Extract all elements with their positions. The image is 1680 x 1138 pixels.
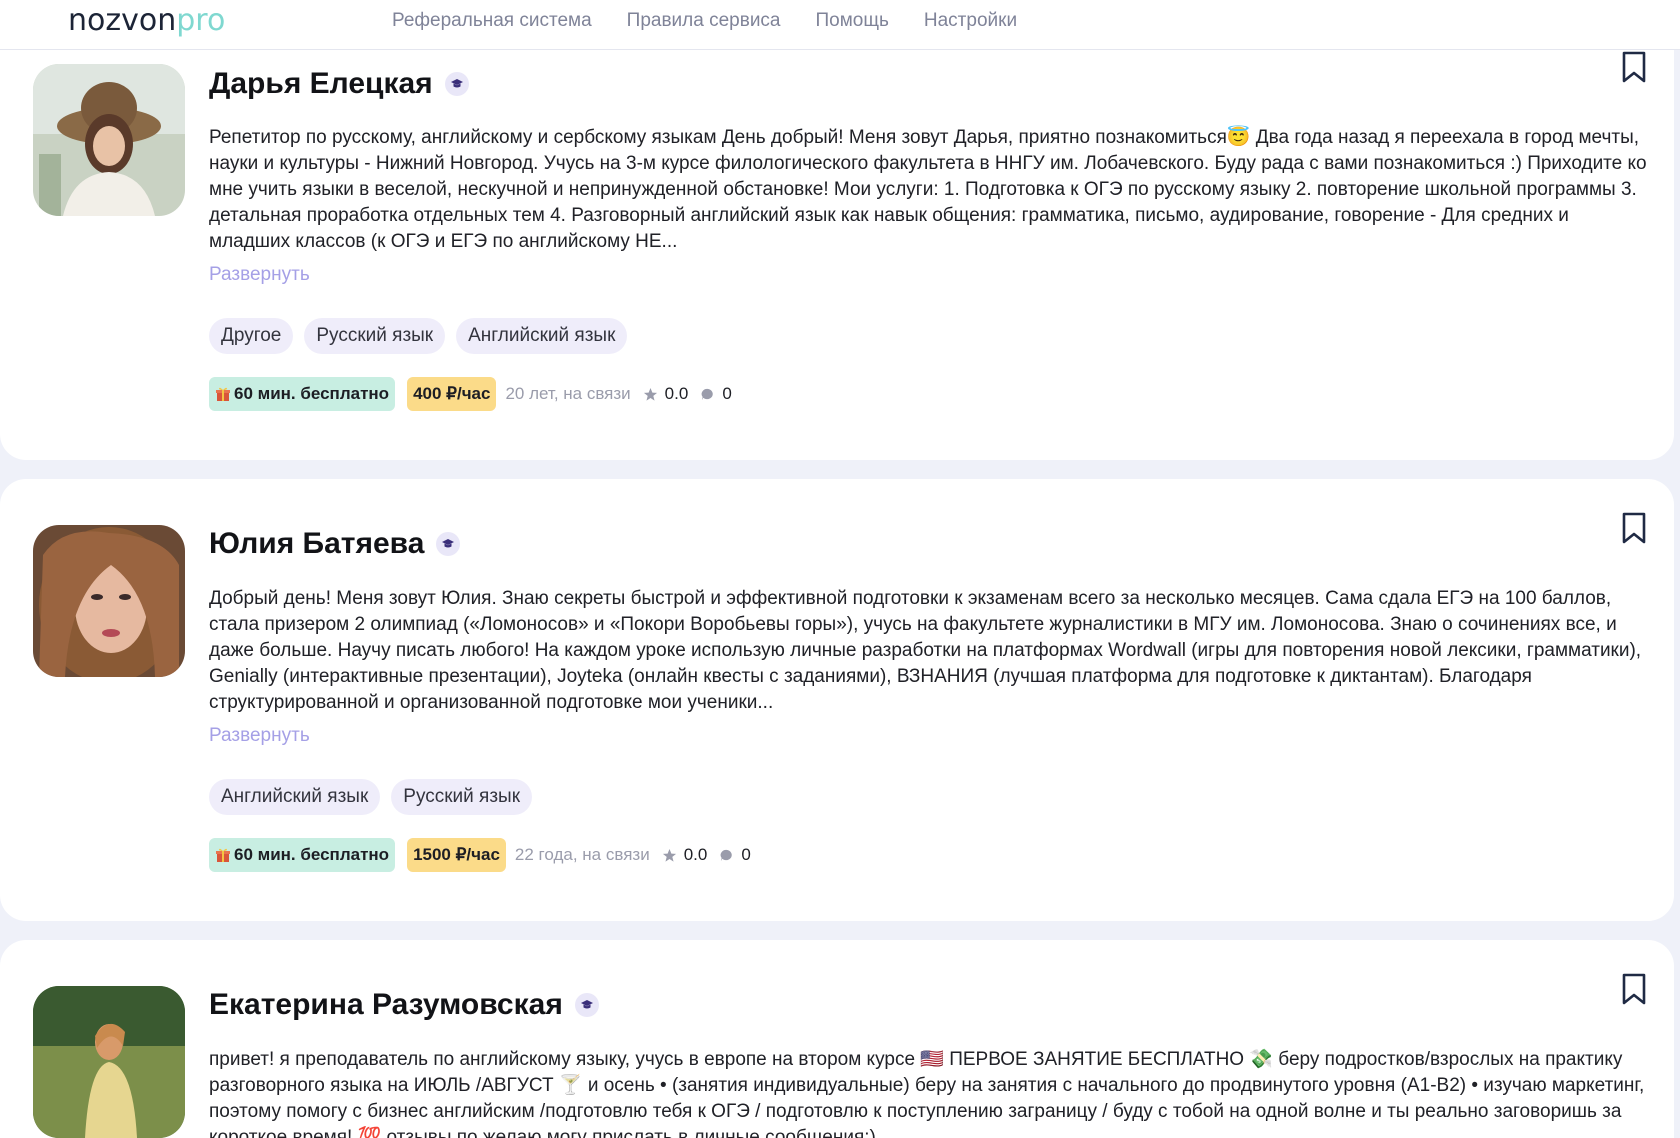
tutor-card[interactable]: Екатерина Разумовская привет! я преподав… <box>0 940 1674 1138</box>
tutor-name[interactable]: Юлия Батяева <box>209 526 461 562</box>
rating-value: 0.0 <box>664 384 689 403</box>
top-header: nozvonpro Реферальная система Правила се… <box>0 0 1680 50</box>
price-badge: 1500 ₽/час <box>407 838 506 872</box>
tutor-name[interactable]: Дарья Елецкая <box>209 66 469 102</box>
subject-tag[interactable]: Английский язык <box>456 318 628 354</box>
reviews-count: 0 <box>741 845 751 864</box>
rating: 0.0 <box>662 845 708 865</box>
tutor-card[interactable]: Дарья Елецкая Репетитор по русскому, анг… <box>0 0 1674 460</box>
tutor-meta: 60 мин. бесплатно 400 ₽/час 20 лет, на с… <box>209 377 732 411</box>
graduation-cap-icon <box>444 72 469 96</box>
star-icon <box>643 387 657 401</box>
age-status: 20 лет, на связи <box>505 384 631 403</box>
tutor-description: Репетитор по русскому, английскому и сер… <box>209 127 1647 252</box>
tutor-card[interactable]: Юлия Батяева Добрый день! Меня зовут Юли… <box>0 479 1674 921</box>
nav-referral[interactable]: Реферальная система <box>392 10 592 32</box>
free-trial-text: 60 мин. бесплатно <box>234 845 390 864</box>
comment-icon <box>701 388 714 400</box>
rating-value: 0.0 <box>683 845 708 864</box>
logo-text-main: nozvon <box>68 3 177 38</box>
gift-icon <box>216 387 230 401</box>
subject-tag[interactable]: Английский язык <box>209 779 381 815</box>
avatar[interactable] <box>33 525 185 677</box>
tutor-name[interactable]: Екатерина Разумовская <box>209 987 599 1023</box>
subject-tags: Другое Русский язык Английский язык <box>209 318 628 354</box>
bookmark-icon[interactable] <box>1619 972 1649 1006</box>
price-badge: 400 ₽/час <box>407 377 497 411</box>
graduation-cap-icon <box>574 993 599 1017</box>
logo[interactable]: nozvonpro <box>68 4 225 38</box>
free-trial-badge: 60 мин. бесплатно <box>209 377 396 411</box>
expand-link[interactable]: Развернуть <box>209 725 310 747</box>
age-status: 22 года, на связи <box>514 845 650 864</box>
reviews: 0 <box>719 845 751 865</box>
nav-rules[interactable]: Правила сервиса <box>627 10 781 32</box>
tutor-name-text: Юлия Батяева <box>209 527 425 560</box>
subject-tag[interactable]: Русский язык <box>391 779 533 815</box>
free-trial-badge: 60 мин. бесплатно <box>209 838 396 872</box>
tutor-name-text: Дарья Елецкая <box>209 67 433 100</box>
gift-icon <box>216 848 230 862</box>
star-icon <box>662 848 676 862</box>
subject-tags: Английский язык Русский язык <box>209 779 533 815</box>
bookmark-icon[interactable] <box>1619 511 1649 545</box>
tutor-description: привет! я преподаватель по английскому я… <box>209 1049 1645 1138</box>
tutor-meta: 60 мин. бесплатно 1500 ₽/час 22 года, на… <box>209 838 751 872</box>
main-nav: Реферальная система Правила сервиса Помо… <box>392 10 1017 32</box>
reviews: 0 <box>700 384 732 404</box>
subject-tag[interactable]: Другое <box>209 318 294 354</box>
bookmark-icon[interactable] <box>1619 50 1649 84</box>
comment-icon <box>720 849 733 861</box>
subject-tag[interactable]: Русский язык <box>304 318 446 354</box>
free-trial-text: 60 мин. бесплатно <box>234 384 390 403</box>
avatar[interactable] <box>33 64 185 216</box>
tutor-name-text: Екатерина Разумовская <box>209 988 563 1021</box>
graduation-cap-icon <box>436 532 461 556</box>
avatar[interactable] <box>33 986 185 1138</box>
nav-help[interactable]: Помощь <box>816 10 889 32</box>
logo-text-pro: pro <box>176 3 226 38</box>
nav-settings[interactable]: Настройки <box>924 10 1017 32</box>
expand-link[interactable]: Развернуть <box>209 264 310 286</box>
rating: 0.0 <box>643 384 689 404</box>
tutor-description: Добрый день! Меня зовут Юлия. Знаю секре… <box>209 588 1642 713</box>
reviews-count: 0 <box>722 384 732 403</box>
